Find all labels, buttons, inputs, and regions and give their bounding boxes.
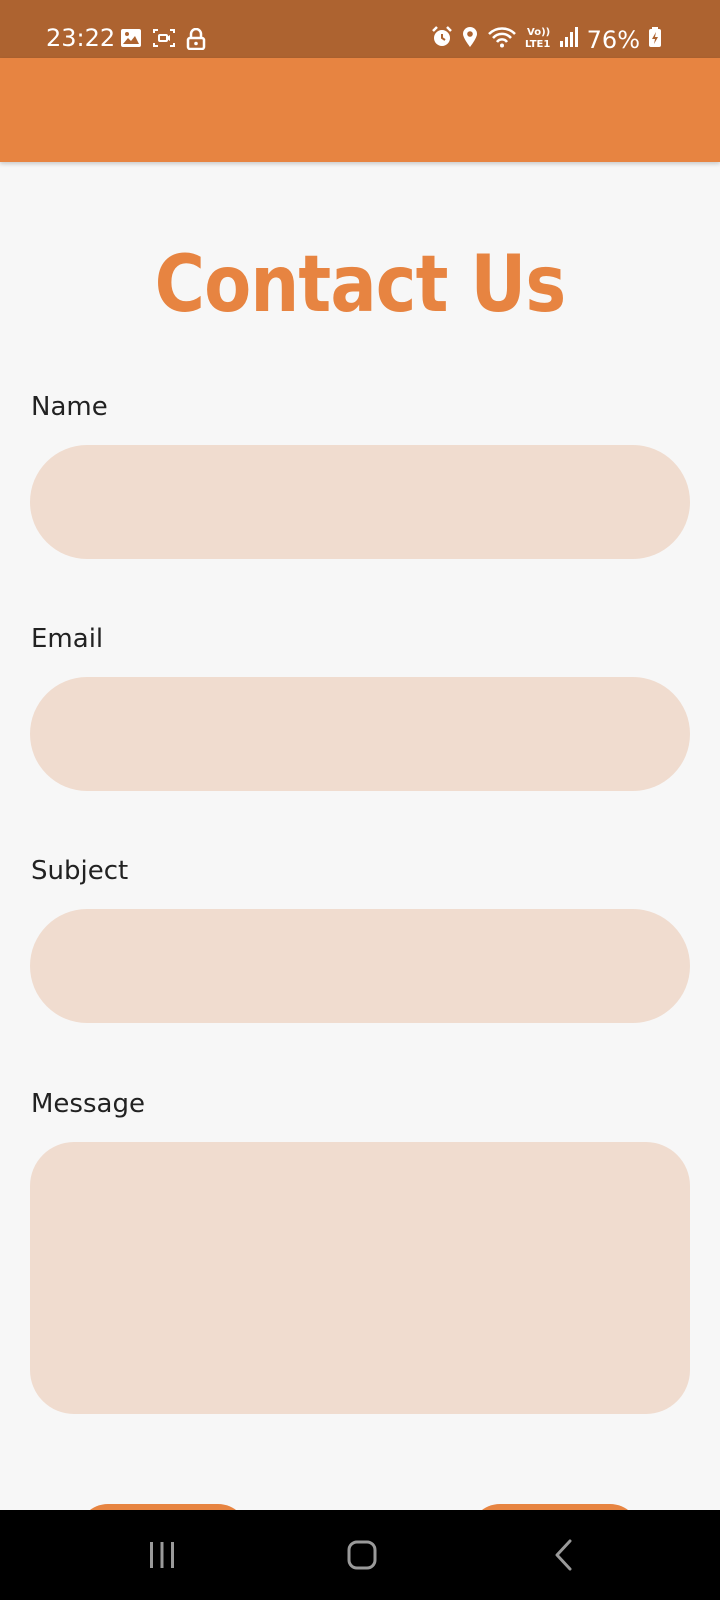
subject-input[interactable] [30,909,690,1023]
status-right-icons: Vo)) LTE1 76% [431,25,662,54]
svg-text:Vo)): Vo)) [527,27,550,38]
subject-label: Subject [31,856,129,886]
battery-charging-icon [648,26,662,53]
home-icon [347,1540,377,1570]
wifi-icon [487,26,517,53]
recent-apps-button[interactable] [132,1530,192,1580]
name-label: Name [31,392,108,422]
lock-icon [186,27,206,55]
recent-apps-icon [150,1542,174,1568]
email-label: Email [31,624,104,654]
status-bar: 23:22 Vo)) LTE1 76% [0,0,720,58]
signal-icon [559,26,579,53]
back-button[interactable] [534,1530,594,1580]
message-textarea[interactable] [30,1142,690,1414]
alarm-icon [431,26,453,53]
home-button[interactable] [332,1530,392,1580]
message-label: Message [31,1089,145,1119]
page-title: Contact Us [154,240,567,330]
image-icon [120,28,142,55]
navigation-bar [0,1510,720,1600]
status-time: 23:22 [46,24,116,52]
volte-lte-icon: Vo)) LTE1 [525,25,551,54]
location-icon [461,26,479,53]
app-bar [0,58,720,162]
name-input[interactable] [30,445,690,559]
svg-text:LTE1: LTE1 [525,39,550,49]
screen-record-icon [152,28,176,55]
email-input[interactable] [30,677,690,791]
status-left-icons [120,27,206,55]
back-icon [555,1539,572,1571]
battery-percent: 76% [586,25,640,54]
